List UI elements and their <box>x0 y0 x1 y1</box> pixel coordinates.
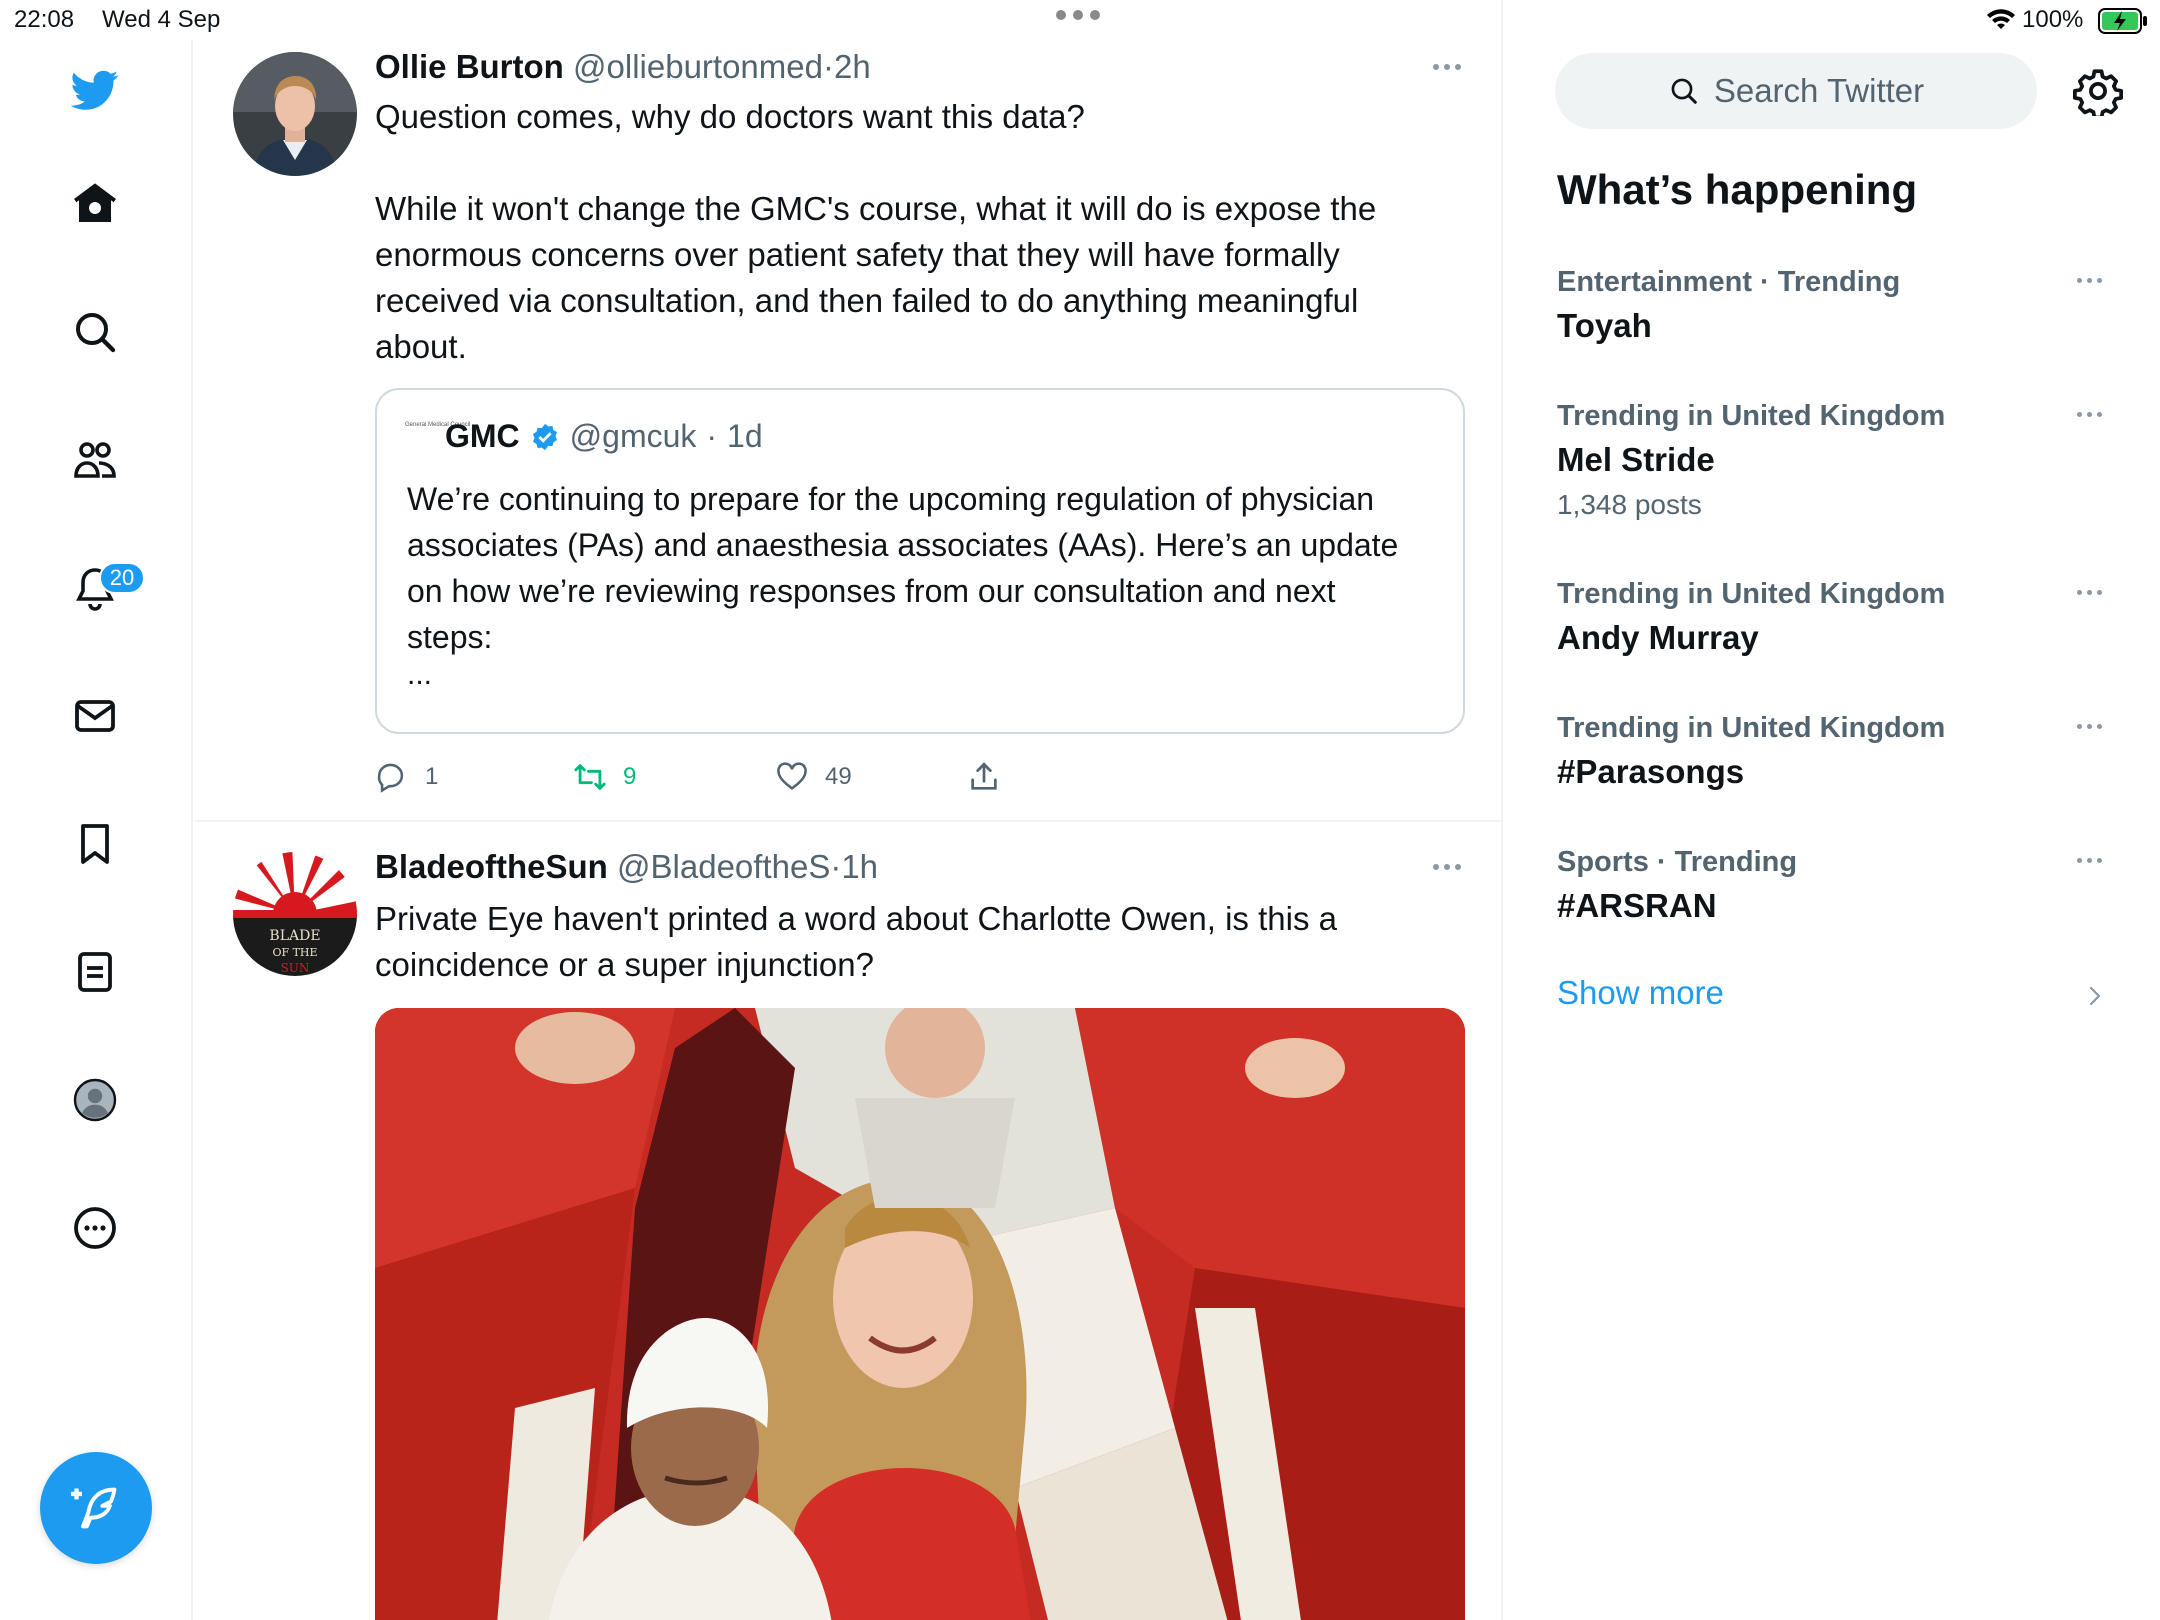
tweet-more-options-icon[interactable] <box>1427 52 1467 82</box>
trend-title: #Parasongs <box>1557 753 1745 790</box>
reply-count: 1 <box>425 763 439 790</box>
trend-context: Sports · Trending <box>1557 846 1798 878</box>
nav-notifications-bell-icon[interactable]: 20 <box>55 548 145 628</box>
trend-item[interactable]: Trending in United Kingdom Mel Stride 1,… <box>1557 396 2117 526</box>
retweet-button[interactable]: 9 <box>573 752 636 802</box>
svg-text:OF THE: OF THE <box>272 946 317 959</box>
trend-item[interactable]: Sports · Trending #ARSRAN <box>1557 842 2117 930</box>
nav-explore-search-icon[interactable] <box>55 292 135 372</box>
twitter-logo-icon[interactable] <box>55 50 135 130</box>
search-placeholder: Search Twitter <box>1713 72 1925 109</box>
tweet[interactable]: Ollie Burton @ollieburtonmed·2h Question… <box>195 40 1503 822</box>
author-name[interactable]: BladeoftheSun <box>375 848 608 885</box>
whats-happening-heading: What’s happening <box>1557 166 1918 213</box>
notifications-badge: 20 <box>99 562 145 594</box>
reply-bubble-icon <box>377 763 404 793</box>
header-separator: · <box>822 48 834 85</box>
trend-post-count: 1,348 posts <box>1557 489 1702 520</box>
nav-profile-avatar-icon[interactable] <box>55 1060 135 1140</box>
compose-tweet-button[interactable] <box>40 1452 152 1564</box>
search-twitter-input[interactable]: Search Twitter <box>1555 53 2037 129</box>
retweet-icon <box>574 764 606 790</box>
nav-home-icon[interactable] <box>55 164 135 244</box>
nav-bookmarks-icon[interactable] <box>55 804 135 884</box>
verified-badge-icon <box>532 423 557 450</box>
trend-item[interactable]: Trending in United Kingdom #Parasongs <box>1557 708 2117 796</box>
settings-gear-icon[interactable] <box>2073 66 2123 116</box>
trend-more-options-icon[interactable] <box>2077 716 2117 736</box>
compose-feather-icon <box>71 1487 117 1529</box>
nav-lists-icon[interactable] <box>55 932 135 1012</box>
like-button[interactable]: 49 <box>775 752 852 802</box>
trend-more-options-icon[interactable] <box>2077 582 2117 602</box>
tweet-header: BladeoftheSun @BladeoftheS·1h <box>375 848 878 886</box>
trend-more-options-icon[interactable] <box>2077 850 2117 870</box>
quoted-separator: · <box>706 418 718 454</box>
reply-button[interactable]: 1 <box>375 752 438 802</box>
svg-text:SUN: SUN <box>281 961 310 975</box>
author-handle[interactable]: @BladeoftheS <box>617 848 830 885</box>
quoted-author-handle: @gmcuk <box>569 418 697 454</box>
tweet-header: Ollie Burton @ollieburtonmed·2h <box>375 48 871 86</box>
trend-more-options-icon[interactable] <box>2077 270 2117 290</box>
author-handle[interactable]: @ollieburtonmed <box>573 48 823 85</box>
trend-title: Toyah <box>1557 307 1652 344</box>
gmc-logo: General Medical Council <box>405 421 471 428</box>
tweet[interactable]: BLADE OF THE SUN BladeoftheSun @Bladeoft… <box>195 824 1503 1620</box>
trend-item[interactable]: Trending in United Kingdom Andy Murray <box>1557 574 2117 662</box>
svg-text:BLADE: BLADE <box>269 928 320 944</box>
quoted-tweet-header: General Medical Council GMC @gmcuk · 1d <box>405 418 763 455</box>
tweet-time[interactable]: 2h <box>834 48 871 85</box>
left-navigation: 20 <box>0 40 193 1620</box>
header-separator: · <box>830 848 842 885</box>
trend-context: Entertainment · Trending <box>1557 266 1901 298</box>
author-name[interactable]: Ollie Burton <box>375 48 564 85</box>
tweet-time[interactable]: 1h <box>841 848 878 885</box>
retweet-count: 9 <box>623 763 637 790</box>
show-more-link[interactable]: Show more <box>1557 974 1724 1012</box>
nav-communities-icon[interactable] <box>55 420 135 500</box>
tweet-media-image[interactable] <box>375 1008 1465 1620</box>
share-button[interactable] <box>967 752 1001 802</box>
nav-messages-envelope-icon[interactable] <box>55 676 135 756</box>
avatar[interactable] <box>233 52 357 176</box>
quoted-tweet[interactable]: General Medical Council GMC @gmcuk · 1d We… <box>375 388 1465 734</box>
status-time: 22:08 <box>14 6 75 33</box>
nav-more-circle-icon[interactable] <box>55 1188 135 1268</box>
tweet-text: Question comes, why do doctors want this… <box>375 98 1377 365</box>
quoted-tweet-ellipsis: ... <box>407 658 433 691</box>
trend-more-options-icon[interactable] <box>2077 404 2117 424</box>
trend-title: #ARSRAN <box>1557 887 1717 924</box>
right-sidebar: Search Twitter What’s happening Entertai… <box>1505 0 2160 1620</box>
trend-context: Trending in United Kingdom <box>1557 712 1946 744</box>
trend-context: Trending in United Kingdom <box>1557 578 1946 610</box>
quoted-tweet-text: We’re continuing to prepare for the upco… <box>407 481 1408 655</box>
quoted-tweet-time: 1d <box>727 418 763 454</box>
avatar[interactable]: BLADE OF THE SUN <box>233 852 357 976</box>
search-icon <box>1671 78 1697 104</box>
tweet-actions: 1 9 49 <box>375 752 1375 802</box>
trend-context: Trending in United Kingdom <box>1557 400 1946 432</box>
chevron-right-icon[interactable] <box>2085 982 2105 1010</box>
heart-icon <box>777 762 807 790</box>
trend-item[interactable]: Entertainment · Trending Toyah <box>1557 262 2117 350</box>
share-icon <box>971 762 997 790</box>
trend-title: Andy Murray <box>1557 619 1759 656</box>
tweet-more-options-icon[interactable] <box>1427 852 1467 882</box>
trend-title: Mel Stride <box>1557 441 1715 478</box>
like-count: 49 <box>825 763 852 790</box>
quoted-author-name: GMC <box>445 418 520 454</box>
tweet-text: Private Eye haven't printed a word about… <box>375 900 1347 983</box>
timeline: Ollie Burton @ollieburtonmed·2h Question… <box>195 0 1503 1620</box>
